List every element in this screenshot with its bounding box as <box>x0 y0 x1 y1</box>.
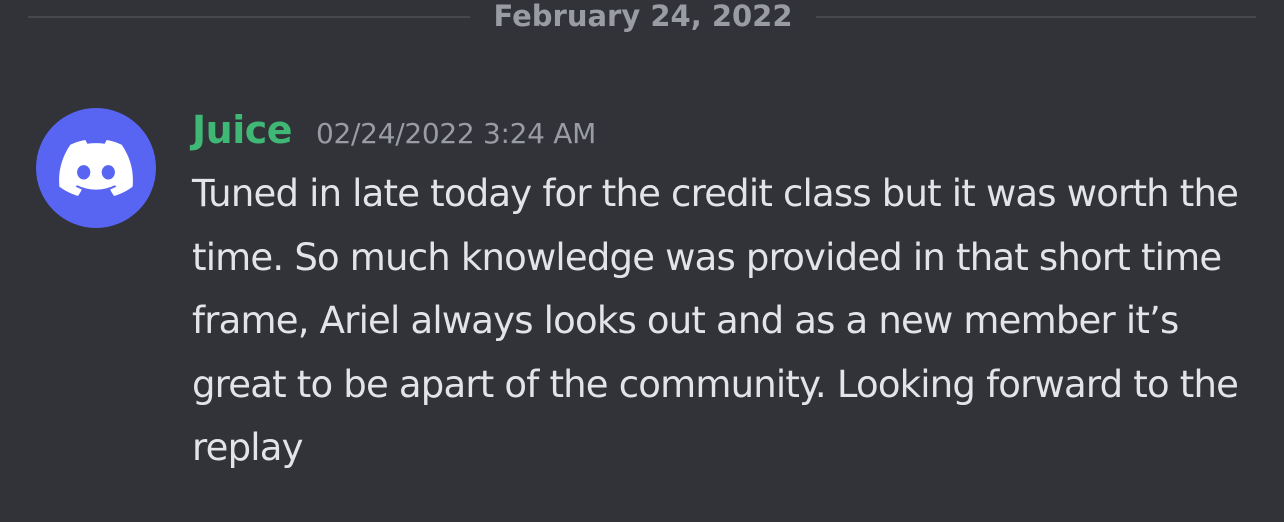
discord-logo-icon <box>59 140 133 196</box>
date-divider-label: February 24, 2022 <box>493 0 793 33</box>
date-divider: February 24, 2022 <box>28 0 1256 36</box>
divider-line-left <box>28 16 470 18</box>
message-header: Juice 02/24/2022 3:24 AM <box>192 106 596 154</box>
author-username[interactable]: Juice <box>192 106 293 154</box>
divider-line-right <box>816 16 1256 18</box>
message-content: Tuned in late today for the credit class… <box>192 172 1239 469</box>
avatar[interactable] <box>36 108 156 228</box>
message-timestamp[interactable]: 02/24/2022 3:24 AM <box>316 110 596 158</box>
